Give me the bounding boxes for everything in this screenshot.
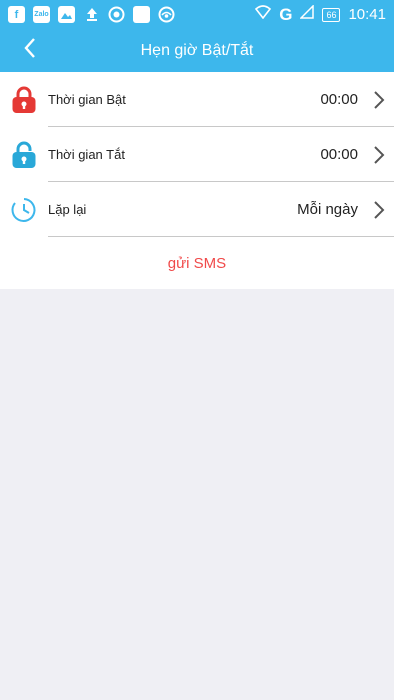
notification-icon	[133, 6, 150, 23]
chevron-right-icon	[364, 200, 394, 220]
battery-level: 66	[322, 7, 341, 22]
time-off-value: 00:00	[320, 146, 358, 163]
lock-closed-icon	[0, 72, 48, 127]
network-type: G	[279, 4, 293, 24]
status-bar-left: f Zalo	[8, 6, 175, 23]
row-repeat[interactable]: Lặp lại Mỗi ngày	[0, 182, 394, 237]
chevron-right-icon	[364, 90, 394, 110]
row-time-off[interactable]: Thời gian Tắt 00:00	[0, 127, 394, 182]
repeat-label: Lặp lại	[48, 202, 87, 217]
row-time-on[interactable]: Thời gian Bật 00:00	[0, 72, 394, 127]
chevron-left-icon	[23, 37, 37, 64]
facebook-icon: f	[8, 6, 25, 23]
eye-icon	[158, 6, 175, 23]
gallery-icon	[58, 6, 75, 23]
signal-icon	[299, 4, 315, 24]
header: Hẹn giờ Bật/Tắt	[0, 29, 394, 72]
repeat-value: Mỗi ngày	[297, 201, 358, 218]
page-title: Hẹn giờ Bật/Tắt	[140, 41, 254, 59]
status-bar-right: G 66 10:41	[255, 4, 386, 25]
zalo-icon: Zalo	[33, 6, 50, 23]
send-sms-button[interactable]: gửi SMS	[0, 237, 394, 289]
time-on-value: 00:00	[320, 91, 358, 108]
clock-icon	[0, 182, 48, 237]
settings-card: Thời gian Bật 00:00 Thời gian Tắt 00:00	[0, 72, 394, 289]
sync-icon	[108, 6, 125, 23]
clock-time: 10:41	[348, 6, 386, 23]
chevron-right-icon	[364, 145, 394, 165]
status-bar: f Zalo G 66 10:41	[0, 0, 394, 29]
lock-open-icon	[0, 127, 48, 182]
upload-icon	[83, 6, 100, 23]
time-on-label: Thời gian Bật	[48, 92, 126, 107]
back-button[interactable]	[12, 29, 48, 72]
wifi-icon	[255, 5, 272, 24]
time-off-label: Thời gian Tắt	[48, 147, 125, 162]
